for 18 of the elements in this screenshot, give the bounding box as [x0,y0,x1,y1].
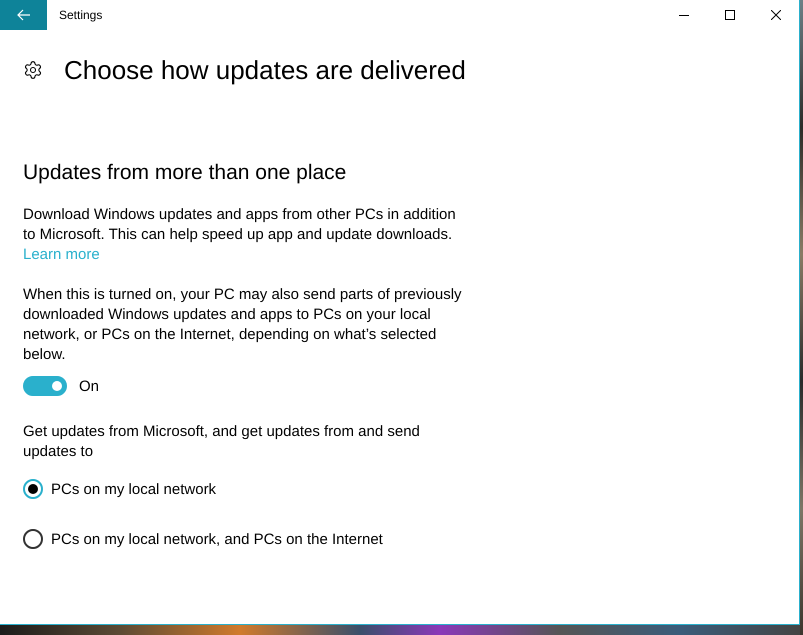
toggle-label: On [79,378,100,394]
description-text: Download Windows updates and apps from other PCs in addition to Microsoft. This can help speed up app and update downloads. [23,205,457,245]
option-label: PCs on my local network, and PCs on the Internet [51,530,383,548]
radio-button[interactable] [23,529,43,549]
window-title: Settings [59,8,104,22]
learn-more-link[interactable]: Learn more [23,245,100,265]
toggle-switch[interactable] [23,376,67,396]
section-heading: Updates from more than one place [23,160,346,186]
page-title: Choose how updates are delivered [64,54,466,87]
radio-button[interactable] [23,479,43,499]
maximize-icon [725,10,735,20]
gear-icon [23,60,43,80]
close-icon [771,10,781,20]
note-text: When this is turned on, your PC may also send parts of previously downloaded Windows updates and apps to PCs on your local network, or PCs on the Internet, depending on what’s selected below. [23,285,463,365]
minimize-icon [679,14,689,16]
back-arrow-icon [16,9,30,21]
option-label: PCs on my local network [51,480,216,498]
prompt-text: Get updates from Microsoft, and get updates from and send updates to [23,422,421,462]
